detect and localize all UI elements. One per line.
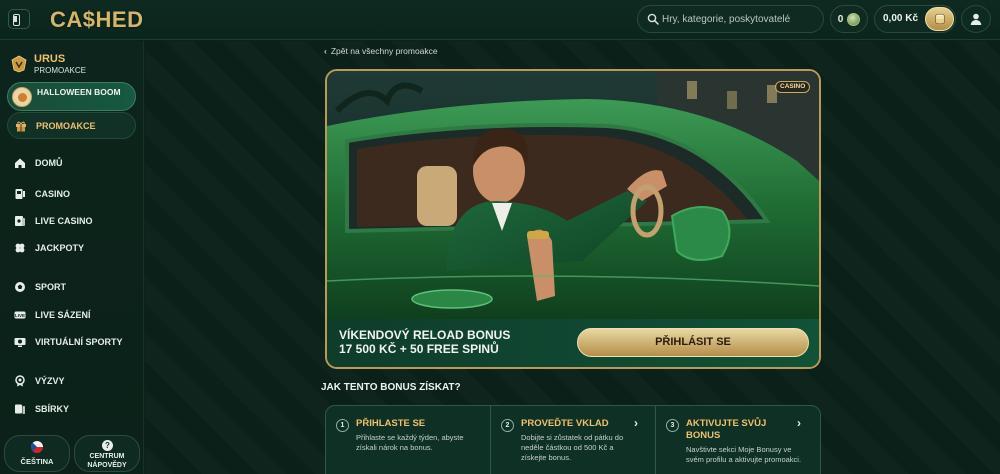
question-icon: ? [102, 440, 113, 451]
step-number: 2 [501, 419, 514, 432]
sidebar-item-promoakce[interactable]: PROMOAKCE [7, 112, 136, 139]
top-header: CA$HED 0 0,00 Kč [0, 0, 1000, 40]
language-label: ČEŠTINA [20, 457, 54, 466]
live-betting-icon: LIVE [14, 311, 26, 319]
help-center-label: CENTRUM NÁPOVĚDY [75, 453, 139, 470]
step-description: Přihlaste se každý týden, abyste získali… [356, 433, 464, 452]
sidebar-item-label: DOMŮ [35, 158, 63, 168]
sidebar-item-label: VÝZVY [35, 376, 65, 386]
promo-footer: VÍKENDOVÝ RELOAD BONUS 17 500 KČ + 50 FR… [327, 319, 819, 367]
ball-icon [15, 282, 25, 292]
balance-amount: 0,00 Kč [883, 13, 919, 24]
live-casino-icon [15, 216, 25, 226]
pumpkin-icon [12, 87, 32, 107]
gift-icon [16, 121, 26, 132]
svg-text:LIVE: LIVE [15, 313, 25, 318]
back-to-promotions-link[interactable]: ‹ Zpět na všechny promoakce [324, 46, 438, 56]
clover-icon [15, 243, 25, 253]
urus-promo-header[interactable]: URUS PROMOAKCE [10, 53, 130, 77]
sidebar-item-virtualni-sporty[interactable]: VIRTUÁLNÍ SPORTY [14, 335, 134, 351]
step-1: 1 PŘIHLASTE SE Přihlaste se každý týden,… [326, 406, 490, 474]
step-title-line2: BONUS [686, 430, 721, 441]
sidebar-item-vyzvy[interactable]: VÝZVY [14, 374, 134, 390]
bonus-steps: 1 PŘIHLASTE SE Přihlaste se každý týden,… [325, 405, 821, 474]
coin-icon [847, 12, 861, 26]
step-title: PROVEĎTE VKLAD [521, 418, 609, 429]
step-title: PŘIHLASTE SE [356, 418, 426, 429]
sidebar-item-casino[interactable]: CASINO [14, 187, 134, 203]
home-icon [15, 158, 25, 168]
search-icon [647, 13, 659, 25]
sidebar-item-label: CASINO [35, 189, 71, 199]
language-button[interactable]: ČEŠTINA [4, 435, 70, 472]
urus-logo-icon [11, 55, 27, 73]
sidebar-item-domu[interactable]: DOMŮ [14, 156, 134, 172]
sidebar-item-label: SPORT [35, 282, 67, 292]
help-label-line1: CENTRUM [89, 453, 125, 460]
step-description: Dobijte si zůstatek od pátku do neděle č… [521, 433, 624, 462]
help-label-line2: NÁPOVĚDY [87, 461, 127, 469]
sidebar-item-label: VIRTUÁLNÍ SPORTY [35, 337, 123, 347]
coins-stack-icon [934, 13, 945, 25]
sidebar-item-label: LIVE CASINO [35, 216, 93, 226]
step-number: 3 [666, 419, 679, 432]
sidebar: URUS PROMOAKCE HALLOWEEN BOOM PROMOAKCE … [0, 41, 144, 474]
sidebar-item-live-sazeni[interactable]: LIVE LIVE SÁZENÍ [14, 308, 134, 324]
sidebar-item-label: LIVE SÁZENÍ [35, 310, 91, 320]
profile-button[interactable] [961, 5, 991, 33]
step-title: AKTIVUJTE SVŮJ BONUS [686, 418, 766, 442]
promo-hero-image [327, 71, 819, 319]
user-icon [970, 13, 982, 25]
step-2[interactable]: 2 PROVEĎTE VKLAD › Dobijte si zůstatek o… [491, 406, 655, 474]
sidebar-item-jackpoty[interactable]: JACKPOTY [14, 241, 134, 257]
search-box[interactable] [637, 5, 824, 33]
help-center-button[interactable]: ? CENTRUM NÁPOVĚDY [74, 435, 140, 472]
coins-counter[interactable]: 0 [830, 5, 868, 33]
sidebar-toggle-button[interactable] [8, 9, 30, 29]
chevron-right-icon: › [797, 416, 801, 430]
sidebar-item-sbirky[interactable]: SBÍRKY [14, 402, 134, 418]
sidebar-item-live-casino[interactable]: LIVE CASINO [14, 214, 134, 230]
how-to-get-bonus-heading: JAK TENTO BONUS ZÍSKAT? [321, 382, 461, 393]
sidebar-item-sport[interactable]: SPORT [14, 280, 134, 296]
chevron-right-icon: › [634, 416, 638, 430]
virtual-sports-icon [14, 338, 26, 347]
wallet-button[interactable] [925, 7, 954, 31]
step-title-line1: AKTIVUJTE SVŮJ [686, 418, 767, 429]
step-description: Navštivte sekci Moje Bonusy ve svém prof… [686, 445, 802, 464]
promo-subtitle: PROMOAKCE [34, 66, 87, 75]
back-link-label: Zpět na všechny promoakce [330, 46, 438, 56]
promo-headline-line1: VÍKENDOVÝ RELOAD BONUS [339, 328, 511, 342]
step-number: 1 [336, 419, 349, 432]
halloween-label: HALLOWEEN BOOM [37, 87, 121, 97]
login-button[interactable]: PŘIHLÁSIT SE [577, 328, 809, 357]
promoakce-label: PROMOAKCE [36, 121, 96, 131]
sidebar-item-label: SBÍRKY [35, 404, 70, 414]
promo-title: URUS [34, 53, 66, 65]
balance-pill[interactable]: 0,00 Kč [874, 5, 956, 33]
coins-value: 0 [837, 13, 844, 25]
search-input[interactable] [662, 10, 818, 28]
promo-card: CASINO VÍKENDOVÝ RELOAD BONUS 17 500 KČ … [325, 69, 821, 369]
main-content: ‹ Zpět na všechny promoakce CASINO VÍKEN… [145, 41, 1000, 474]
category-tag: CASINO [775, 81, 811, 93]
promo-headline-line2: 17 500 KČ + 50 FREE SPINŮ [339, 342, 499, 356]
halloween-boom-button[interactable]: HALLOWEEN BOOM [7, 82, 136, 111]
czech-flag-icon [31, 441, 43, 453]
collection-icon [15, 404, 25, 414]
promo-headline: VÍKENDOVÝ RELOAD BONUS 17 500 KČ + 50 FR… [339, 328, 559, 356]
casino-icon [15, 189, 25, 199]
step-3[interactable]: 3 AKTIVUJTE SVŮJ BONUS › Navštivte sekci… [656, 406, 820, 474]
cashed-logo[interactable]: CA$HED [50, 6, 143, 34]
challenge-icon [15, 375, 25, 387]
chevron-left-icon: ‹ [324, 46, 327, 56]
sidebar-item-label: JACKPOTY [35, 243, 85, 253]
